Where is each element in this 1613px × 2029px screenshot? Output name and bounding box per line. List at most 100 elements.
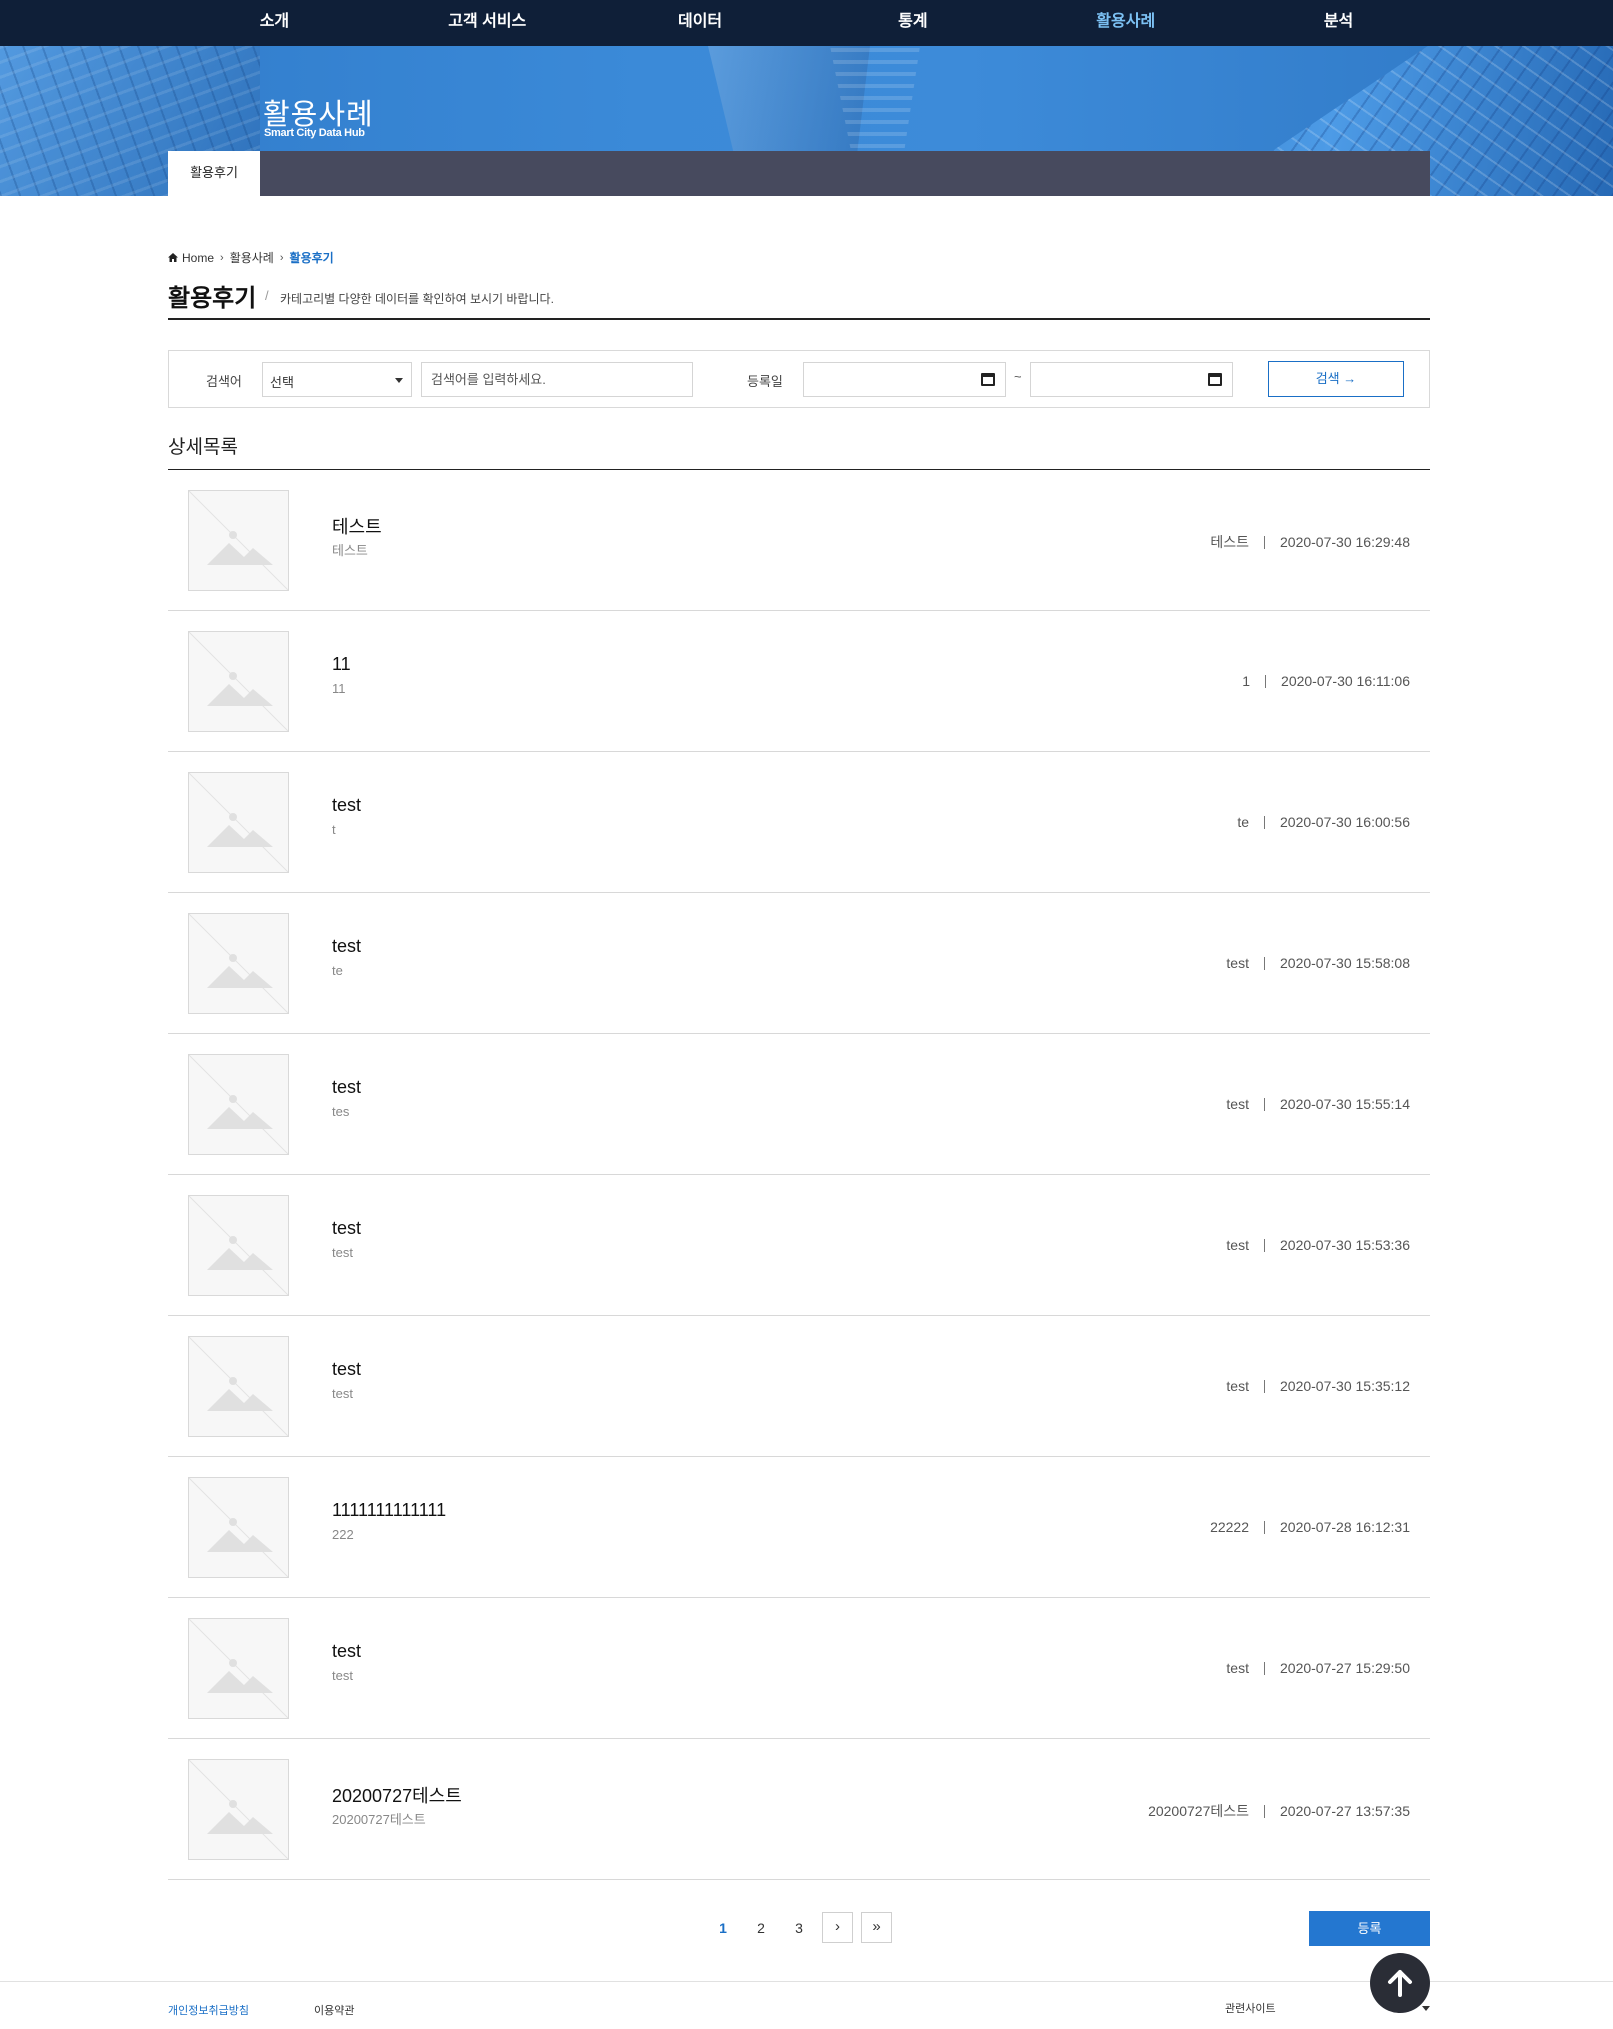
- breadcrumb-section[interactable]: 활용사례: [230, 249, 274, 266]
- search-panel: 검색어 선택 등록일 ~ 검색 →: [168, 350, 1430, 408]
- item-meta: 22222 2020-07-28 16:12:31: [1210, 1519, 1410, 1535]
- item-date: 2020-07-30 15:55:14: [1280, 1096, 1410, 1112]
- item-summary: 222: [332, 1527, 354, 1542]
- item-title[interactable]: test: [332, 1359, 361, 1380]
- item-title[interactable]: test: [332, 1077, 361, 1098]
- meta-divider: [1264, 1520, 1265, 1534]
- item-author: 테스트: [1210, 534, 1249, 550]
- meta-divider: [1264, 815, 1265, 829]
- list-item[interactable]: 11 11 1 2020-07-30 16:11:06: [168, 611, 1430, 752]
- meta-divider: [1264, 1097, 1265, 1111]
- main-menu: 소개 고객 서비스 데이터 통계 활용사례 분석: [168, 0, 1445, 46]
- item-thumbnail[interactable]: [188, 1336, 289, 1437]
- register-button[interactable]: 등록: [1309, 1911, 1430, 1946]
- privacy-policy-link[interactable]: 개인정보취급방침: [168, 2002, 249, 2018]
- calendar-icon[interactable]: [981, 373, 995, 386]
- item-thumbnail[interactable]: [188, 631, 289, 732]
- item-meta: 20200727테스트 2020-07-27 13:57:35: [1148, 1801, 1410, 1821]
- list-item[interactable]: 테스트 테스트 테스트 2020-07-30 16:29:48: [168, 470, 1430, 611]
- item-title[interactable]: 20200727테스트: [332, 1782, 462, 1808]
- item-title[interactable]: test: [332, 1218, 361, 1239]
- next-page-icon[interactable]: ›: [822, 1912, 853, 1943]
- image-placeholder-icon: [189, 491, 288, 590]
- item-date: 2020-07-30 15:58:08: [1280, 955, 1410, 971]
- item-thumbnail[interactable]: [188, 1477, 289, 1578]
- item-thumbnail[interactable]: [188, 1195, 289, 1296]
- page-1[interactable]: 1: [708, 1913, 738, 1943]
- arrow-up-icon: [1388, 1970, 1412, 1997]
- review-list: 테스트 테스트 테스트 2020-07-30 16:29:48 11 11 1 2020-07…: [168, 469, 1430, 1880]
- item-title[interactable]: 1111111111111: [332, 1500, 446, 1521]
- item-meta: 1 2020-07-30 16:11:06: [1242, 673, 1410, 689]
- search-button[interactable]: 검색 →: [1268, 361, 1404, 397]
- nav-item-use-cases[interactable]: 활용사례: [1019, 0, 1232, 46]
- list-item[interactable]: test test test 2020-07-30 15:35:12: [168, 1316, 1430, 1457]
- item-title[interactable]: 11: [332, 654, 351, 675]
- search-type-select[interactable]: 선택: [262, 362, 412, 397]
- item-title[interactable]: test: [332, 795, 361, 816]
- item-thumbnail[interactable]: [188, 772, 289, 873]
- item-author: test: [1226, 1378, 1249, 1394]
- image-placeholder-icon: [189, 1337, 288, 1436]
- terms-link[interactable]: 이용약관: [314, 2002, 354, 2018]
- calendar-icon[interactable]: [1208, 373, 1222, 386]
- scroll-to-top-button[interactable]: [1370, 1953, 1430, 2013]
- last-page-icon[interactable]: »: [861, 1912, 892, 1943]
- item-author: test: [1226, 955, 1249, 971]
- item-summary: test: [332, 1386, 353, 1401]
- date-label: 등록일: [747, 374, 783, 389]
- item-date: 2020-07-27 13:57:35: [1280, 1803, 1410, 1819]
- item-date: 2020-07-30 15:53:36: [1280, 1237, 1410, 1253]
- item-author: test: [1226, 1096, 1249, 1112]
- item-summary: 20200727테스트: [332, 1812, 426, 1827]
- nav-item-customer-service[interactable]: 고객 서비스: [381, 0, 594, 46]
- image-placeholder-icon: [189, 1196, 288, 1295]
- list-item[interactable]: test test test 2020-07-30 15:53:36: [168, 1175, 1430, 1316]
- image-placeholder-icon: [189, 632, 288, 731]
- item-summary: t: [332, 822, 336, 837]
- item-title[interactable]: 테스트: [332, 513, 382, 539]
- search-input[interactable]: [421, 362, 693, 397]
- item-thumbnail[interactable]: [188, 1618, 289, 1719]
- tab-reviews[interactable]: 활용후기: [168, 151, 260, 196]
- list-item[interactable]: 20200727테스트 20200727테스트 20200727테스트 2020-07…: [168, 1739, 1430, 1880]
- item-meta: test 2020-07-27 15:29:50: [1226, 1660, 1410, 1676]
- breadcrumb: Home › 활용사례 › 활용후기: [168, 249, 334, 266]
- date-separator: ~: [1014, 369, 1022, 384]
- list-item[interactable]: test test test 2020-07-27 15:29:50: [168, 1598, 1430, 1739]
- item-summary: 테스트: [332, 543, 368, 558]
- related-sites-select[interactable]: 관련사이트: [1225, 2000, 1276, 2016]
- start-date-field[interactable]: [803, 362, 1006, 397]
- list-item[interactable]: test tes test 2020-07-30 15:55:14: [168, 1034, 1430, 1175]
- nav-item-data[interactable]: 데이터: [594, 0, 807, 46]
- item-title[interactable]: test: [332, 1641, 361, 1662]
- item-thumbnail[interactable]: [188, 490, 289, 591]
- home-icon: [168, 253, 178, 262]
- breadcrumb-home[interactable]: Home: [182, 251, 214, 265]
- item-thumbnail[interactable]: [188, 1759, 289, 1860]
- keyword-label: 검색어: [206, 374, 242, 389]
- item-summary: tes: [332, 1104, 350, 1119]
- pagination: 1 2 3 › »: [708, 1912, 900, 1943]
- end-date-field[interactable]: [1030, 362, 1233, 397]
- item-thumbnail[interactable]: [188, 1054, 289, 1155]
- nav-item-statistics[interactable]: 통계: [806, 0, 1019, 46]
- item-thumbnail[interactable]: [188, 913, 289, 1014]
- list-item[interactable]: test t te 2020-07-30 16:00:56: [168, 752, 1430, 893]
- item-author: test: [1226, 1660, 1249, 1676]
- list-item[interactable]: 1111111111111 222 22222 2020-07-28 16:12:31: [168, 1457, 1430, 1598]
- item-title[interactable]: test: [332, 936, 361, 957]
- item-author: 22222: [1210, 1519, 1249, 1535]
- item-date: 2020-07-27 15:29:50: [1280, 1660, 1410, 1676]
- list-item[interactable]: test te test 2020-07-30 15:58:08: [168, 893, 1430, 1034]
- title-divider: /: [265, 288, 269, 303]
- meta-divider: [1264, 1661, 1265, 1675]
- page-3[interactable]: 3: [784, 1913, 814, 1943]
- nav-item-analysis[interactable]: 분석: [1232, 0, 1445, 46]
- nav-item-intro[interactable]: 소개: [168, 0, 381, 46]
- item-summary: te: [332, 963, 343, 978]
- item-date: 2020-07-28 16:12:31: [1280, 1519, 1410, 1535]
- item-author: 20200727테스트: [1148, 1803, 1249, 1819]
- item-meta: te 2020-07-30 16:00:56: [1237, 814, 1410, 830]
- page-2[interactable]: 2: [746, 1913, 776, 1943]
